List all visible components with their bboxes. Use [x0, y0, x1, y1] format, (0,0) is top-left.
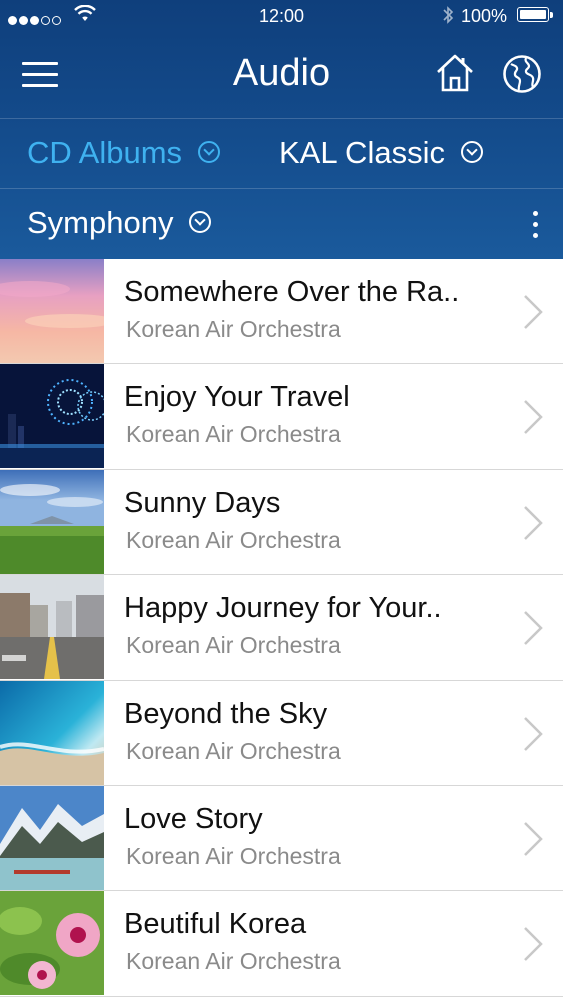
track-artist: Korean Air Orchestra [126, 526, 341, 553]
track-list: Somewhere Over the Ra.. Korean Air Orche… [0, 259, 563, 997]
chevron-right-icon [524, 505, 543, 540]
track-title: Sunny Days [124, 486, 281, 519]
battery-percent: 100% [461, 6, 508, 26]
track-artist: Korean Air Orchestra [126, 948, 341, 975]
genre-label: Symphony [27, 205, 174, 240]
chevron-right-icon [524, 295, 543, 329]
track-row[interactable]: Love Story Korean Air Orchestra [0, 785, 563, 892]
album-thumbnail [0, 469, 104, 574]
collection-dropdown[interactable]: KAL Classic [279, 135, 483, 171]
category-dropdown[interactable]: CD Albums [27, 135, 221, 171]
album-thumbnail [0, 891, 104, 996]
track-artist: Korean Air Orchestra [126, 421, 341, 448]
globe-icon[interactable] [502, 54, 542, 94]
track-title: Enjoy Your Travel [124, 381, 350, 414]
track-artist: Korean Air Orchestra [126, 632, 341, 659]
chevron-down-icon [198, 140, 221, 163]
status-bar: 12:00 100% [0, 0, 563, 32]
category-label: CD Albums [27, 135, 183, 170]
nav-bar: Audio [0, 32, 563, 118]
track-row[interactable]: Somewhere Over the Ra.. Korean Air Orche… [0, 259, 563, 365]
album-thumbnail [0, 259, 104, 363]
track-title: Somewhere Over the Ra.. [124, 276, 460, 308]
chevron-right-icon [524, 927, 543, 962]
filter-bar: CD Albums KAL Classic [0, 118, 563, 188]
bluetooth-icon [443, 6, 454, 24]
chevron-right-icon [524, 611, 543, 646]
track-artist: Korean Air Orchestra [126, 737, 341, 764]
chevron-right-icon [524, 716, 543, 751]
album-thumbnail [0, 364, 104, 469]
genre-bar: Symphony [0, 188, 563, 259]
track-artist: Korean Air Orchestra [126, 842, 341, 869]
chevron-down-icon [460, 140, 483, 163]
menu-icon[interactable] [22, 62, 58, 88]
chevron-down-icon [189, 210, 212, 233]
more-options-icon[interactable] [527, 211, 543, 243]
album-thumbnail [0, 575, 104, 680]
album-thumbnail [0, 785, 104, 890]
chevron-right-icon [524, 400, 543, 435]
track-artist: Korean Air Orchestra [126, 316, 341, 342]
track-title: Beutiful Korea [124, 908, 307, 941]
track-row[interactable]: Sunny Days Korean Air Orchestra [0, 469, 563, 576]
audio-screen: 12:00 100% Audio CD Albums KAL Classic S… [0, 0, 563, 1000]
home-icon[interactable] [435, 52, 475, 94]
collection-label: KAL Classic [279, 135, 445, 170]
track-title: Happy Journey for Your.. [124, 592, 442, 625]
track-title: Beyond the Sky [124, 697, 328, 730]
genre-dropdown[interactable]: Symphony [27, 205, 212, 241]
track-row[interactable]: Enjoy Your Travel Korean Air Orchestra [0, 364, 563, 470]
battery-icon [517, 7, 553, 22]
track-row[interactable]: Beutiful Korea Korean Air Orchestra [0, 891, 563, 997]
track-row[interactable]: Happy Journey for Your.. Korean Air Orch… [0, 575, 563, 681]
track-title: Love Story [124, 802, 263, 835]
page-title: Audio [232, 52, 331, 94]
album-thumbnail [0, 680, 104, 785]
chevron-right-icon [524, 822, 543, 856]
track-row[interactable]: Beyond the Sky Korean Air Orchestra [0, 680, 563, 786]
